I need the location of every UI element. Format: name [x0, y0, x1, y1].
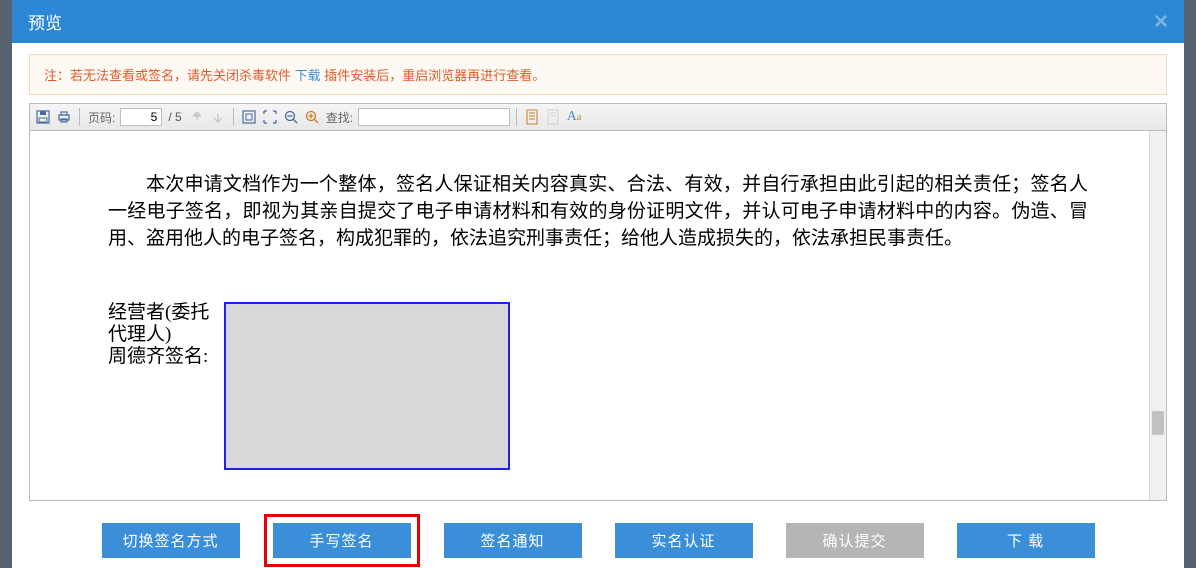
page-number-input[interactable] — [120, 108, 162, 126]
separator — [233, 108, 234, 126]
doc-icon-1[interactable] — [523, 108, 541, 126]
separator — [516, 108, 517, 126]
close-icon[interactable]: × — [1154, 10, 1168, 34]
modal-header: 预览 × — [12, 0, 1184, 43]
download-plugin-link[interactable]: 下载 — [295, 68, 321, 83]
signature-block: 经营者(委托 代理人) 周德齐签名: — [108, 302, 1088, 470]
footer-buttons: 切换签名方式 手写签名 签名通知 实名认证 确认提交 下 载 — [12, 501, 1184, 558]
print-icon[interactable] — [55, 108, 73, 126]
page-total: / 5 — [165, 110, 184, 124]
text-size-icon[interactable]: Aa — [565, 108, 583, 126]
document-viewer: 本次申请文档作为一个整体，签名人保证相关内容真实、合法、有效，并自行承担由此引起… — [29, 131, 1167, 501]
separator — [79, 108, 80, 126]
document-paragraph: 本次申请文档作为一个整体，签名人保证相关内容真实、合法、有效，并自行承担由此引起… — [108, 171, 1088, 252]
confirm-submit-button: 确认提交 — [786, 523, 924, 558]
search-label: 查找: — [324, 109, 355, 126]
sign-notify-button[interactable]: 签名通知 — [444, 523, 582, 558]
zoom-in-icon[interactable] — [303, 108, 321, 126]
download-button[interactable]: 下 载 — [957, 523, 1095, 558]
zoom-out-icon[interactable] — [282, 108, 300, 126]
prev-page-icon[interactable] — [188, 108, 206, 126]
vertical-scrollbar[interactable] — [1149, 131, 1166, 500]
notice-text-1: 若无法查看或签名，请先关闭杀毒软件 — [70, 68, 291, 83]
notice-text-2: 插件安装后，重启浏览器再进行查看。 — [324, 68, 545, 83]
signature-label: 经营者(委托 代理人) 周德齐签名: — [108, 302, 228, 368]
signature-box[interactable] — [224, 302, 510, 470]
realname-verify-button[interactable]: 实名认证 — [615, 523, 753, 558]
fit-width-icon[interactable] — [261, 108, 279, 126]
notice-prefix: 注： — [44, 68, 70, 83]
modal-title: 预览 — [28, 9, 62, 34]
actual-size-icon[interactable] — [240, 108, 258, 126]
search-input[interactable] — [358, 108, 510, 126]
preview-modal: 预览 × 注：若无法查看或签名，请先关闭杀毒软件 下载 插件安装后，重启浏览器再… — [12, 0, 1184, 568]
switch-sign-method-button[interactable]: 切换签名方式 — [102, 523, 240, 558]
viewer-toolbar: 页码: / 5 查找: Aa — [29, 103, 1167, 131]
notice-bar: 注：若无法查看或签名，请先关闭杀毒软件 下载 插件安装后，重启浏览器再进行查看。 — [29, 54, 1167, 95]
scrollbar-thumb[interactable] — [1152, 411, 1164, 435]
page-label: 页码: — [86, 109, 117, 126]
save-icon[interactable] — [34, 108, 52, 126]
next-page-icon[interactable] — [209, 108, 227, 126]
doc-icon-2[interactable] — [544, 108, 562, 126]
document-content: 本次申请文档作为一个整体，签名人保证相关内容真实、合法、有效，并自行承担由此引起… — [30, 131, 1166, 480]
handwrite-sign-button[interactable]: 手写签名 — [273, 523, 411, 558]
